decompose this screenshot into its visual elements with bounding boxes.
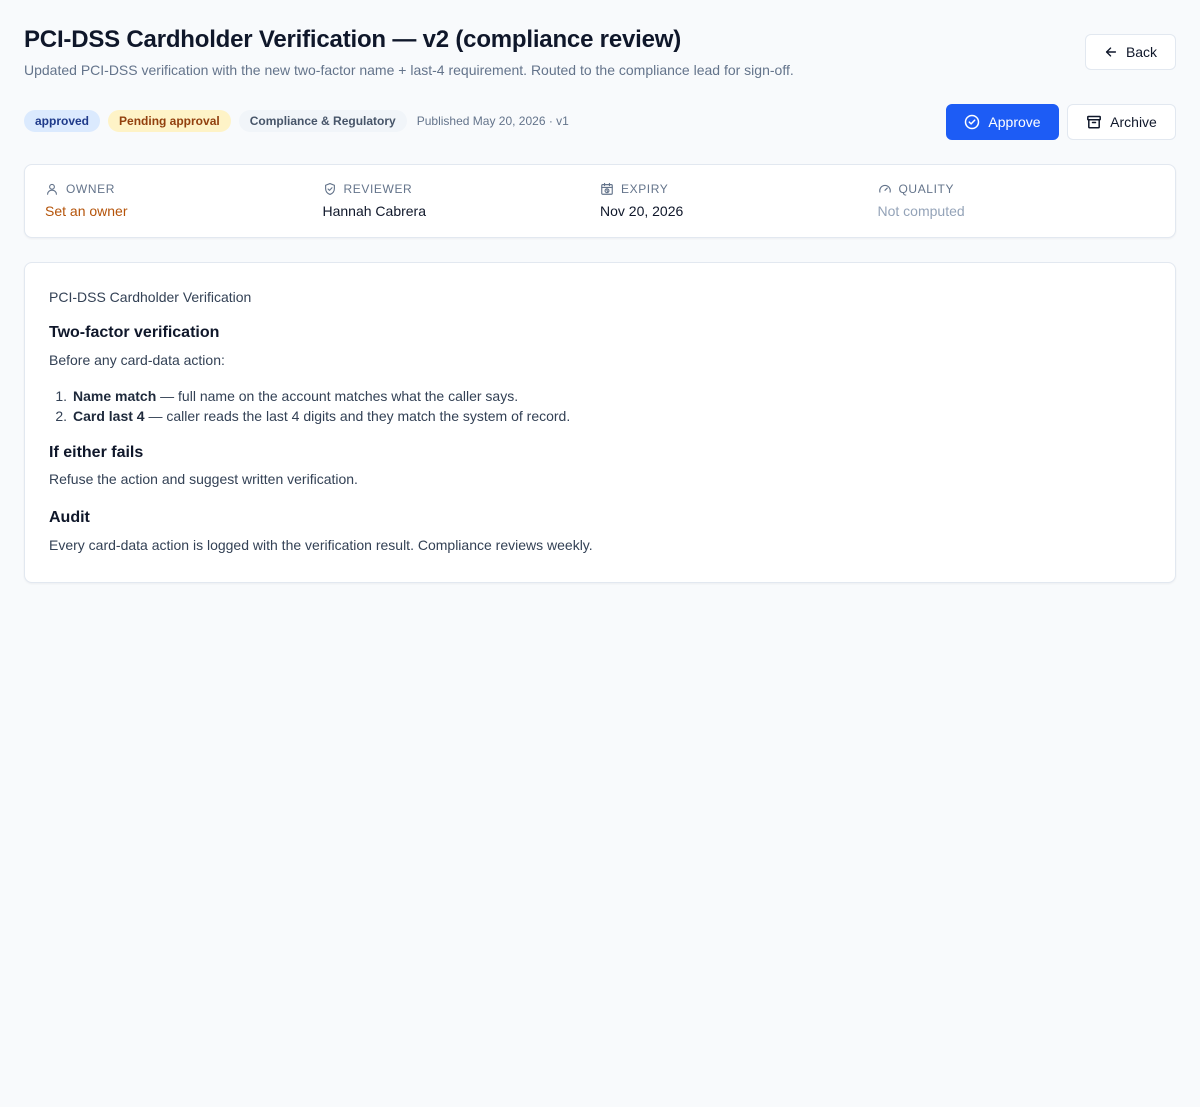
section-heading: Two-factor verification — [49, 324, 220, 341]
section-body: Refuse the action and suggest written ve… — [49, 471, 358, 487]
section-intro: Before any card-data action: — [49, 352, 225, 368]
page-title: PCI-DSS Cardholder Verification — v2 (co… — [24, 26, 681, 53]
reviewer-value: Hannah Cabrera — [322, 203, 427, 219]
arrow-left-icon — [1104, 45, 1118, 59]
action-buttons: Approve Archive — [946, 104, 1176, 140]
info-card: Owner Set an owner Reviewer Hannah Cabre… — [24, 164, 1176, 238]
set-owner-link[interactable]: Set an owner — [45, 202, 323, 220]
expiry-label: Expiry — [600, 181, 878, 196]
quality-label: Quality — [878, 181, 1156, 196]
back-button-label: Back — [1125, 44, 1158, 60]
page-header: PCI-DSS Cardholder Verification — v2 (co… — [24, 0, 1176, 92]
gauge-icon — [878, 182, 892, 196]
document-content: PCI-DSS Cardholder Verification Two-fact… — [24, 262, 1176, 583]
owner-label: Owner — [45, 181, 323, 196]
status-badge: approved — [24, 110, 101, 132]
expiry-cell: Expiry Nov 20, 2026 — [600, 165, 878, 237]
owner-cell: Owner Set an owner — [45, 165, 323, 237]
user-icon — [45, 182, 59, 196]
category-badge: Compliance & Regulatory — [238, 110, 407, 132]
section-heading: If either fails — [49, 444, 144, 461]
quality-cell: Quality Not computed — [878, 165, 1156, 237]
archive-icon — [1086, 114, 1102, 130]
badge-group: approved Pending approval Compliance & R… — [24, 110, 569, 132]
quality-value: Not computed — [877, 203, 965, 219]
archive-button-label: Archive — [1110, 114, 1157, 130]
check-circle-icon — [964, 114, 980, 130]
back-button[interactable]: Back — [1085, 34, 1176, 70]
approve-button[interactable]: Approve — [946, 104, 1059, 140]
page-subtitle: Updated PCI-DSS verification with the ne… — [24, 62, 794, 78]
page: PCI-DSS Cardholder Verification — v2 (co… — [0, 0, 1200, 1107]
published-info: Published May 20, 2026 · v1 — [416, 114, 569, 128]
calendar-clock-icon — [600, 182, 614, 196]
document-title: PCI-DSS Cardholder Verification — [49, 289, 252, 305]
expiry-value: Nov 20, 2026 — [600, 203, 684, 219]
reviewer-label: Reviewer — [323, 181, 601, 196]
approve-button-label: Approve — [988, 114, 1041, 130]
section-heading: Audit — [49, 509, 90, 526]
list-item: 2. Card last 4 — caller reads the last 4… — [55, 408, 571, 424]
archive-button[interactable]: Archive — [1067, 104, 1176, 140]
meta-row: approved Pending approval Compliance & R… — [24, 92, 1176, 152]
approval-badge: Pending approval — [108, 110, 231, 132]
shield-check-icon — [323, 182, 337, 196]
section-body: Every card-data action is logged with th… — [49, 537, 593, 553]
list-item: 1. Name match — full name on the account… — [55, 388, 519, 404]
verification-steps-list: 1. Name match — full name on the account… — [49, 386, 1151, 426]
reviewer-cell: Reviewer Hannah Cabrera — [323, 165, 601, 237]
